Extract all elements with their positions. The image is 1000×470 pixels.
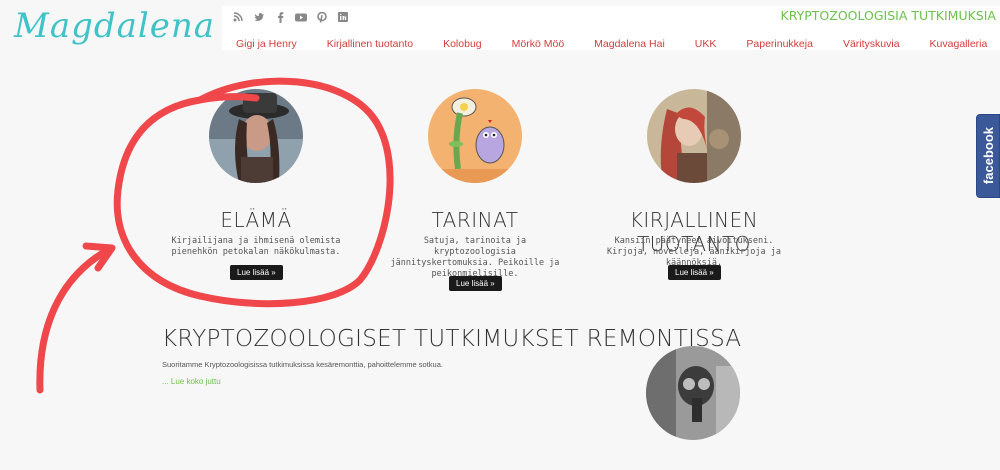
linkedin-icon[interactable] [337,11,349,23]
column-title-tarinat: TARINAT [431,208,519,232]
youtube-icon[interactable] [295,11,307,23]
post-read-more-link[interactable]: ... Lue koko juttu [162,377,221,386]
facebook-icon[interactable] [274,11,286,23]
elama-image[interactable] [209,89,303,183]
facebook-side-tab[interactable]: facebook [976,114,1000,198]
nav-item-kirjallinen-tuotanto[interactable]: Kirjallinen tuotanto [327,38,413,50]
tarinat-read-more-button[interactable]: Lue lisää » [449,276,502,291]
nav-item-ukk[interactable]: UKK [695,38,717,50]
elama-read-more-button[interactable]: Lue lisää » [230,265,283,280]
column-text-tarinat: Satuja, tarinoita ja kryptozoologisia jä… [390,236,560,279]
nav-item-varityskuvia[interactable]: Värityskuvia [843,38,900,50]
column-text-elama: Kirjailijana ja ihmisenä olemista pieneh… [171,236,341,257]
post-title[interactable]: KRYPTOZOOLOGISET TUTKIMUKSET REMONTISSA [162,326,741,352]
main-nav: Gigi ja Henry Kirjallinen tuotanto Kolob… [236,38,1000,50]
column-title-elama: ELÄMÄ [220,208,292,232]
post-excerpt: Suoritamme Kryptozoologisissa tutkimuksi… [162,360,443,369]
twitter-icon[interactable] [253,11,265,23]
social-links [232,11,349,23]
nav-item-kolobug[interactable]: Kolobug [443,38,482,50]
nav-item-gigi-ja-henry[interactable]: Gigi ja Henry [236,38,297,50]
site-tagline: KRYPTOZOOLOGISIA TUTKIMUKSIA [780,8,996,23]
pinterest-icon[interactable] [316,11,328,23]
red-annotation-drawing [36,77,394,394]
rss-icon[interactable] [232,11,244,23]
tarinat-image[interactable] [428,89,522,183]
nav-item-kuvagalleria[interactable]: Kuvagalleria [930,38,988,50]
facebook-tab-label: facebook [980,127,996,185]
nav-item-paperinukkeja[interactable]: Paperinukkeja [746,38,813,50]
kirjallinen-tuotanto-read-more-button[interactable]: Lue lisää » [668,265,721,280]
post-image[interactable] [646,346,740,440]
kirjallinen-tuotanto-image[interactable] [647,89,741,183]
nav-item-morko-moo[interactable]: Mörkö Möö [512,38,565,50]
nav-item-magdalena-hai[interactable]: Magdalena Hai [594,38,665,50]
